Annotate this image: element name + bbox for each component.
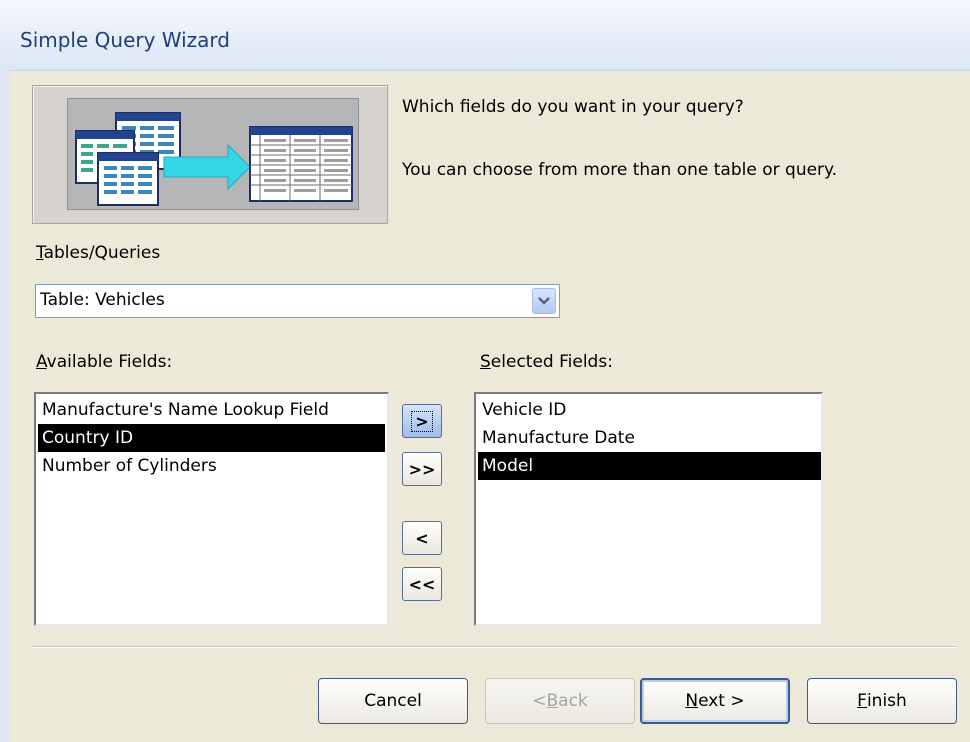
wizard-question: Which fields do you want in your query? xyxy=(402,97,744,117)
tables-queries-label: Tables/Queries xyxy=(36,243,161,263)
selected-fields-label: Selected Fields: xyxy=(480,352,613,372)
window-title: Simple Query Wizard xyxy=(20,28,230,52)
available-field-item-selected[interactable]: Country ID xyxy=(38,424,385,452)
available-fields-list[interactable]: Manufacture's Name Lookup Field Country … xyxy=(34,392,389,626)
window-left-border xyxy=(0,70,10,742)
tables-queries-combobox[interactable]: Table: Vehicles xyxy=(35,284,560,318)
selected-field-item[interactable]: Manufacture Date xyxy=(478,424,821,452)
remove-field-button[interactable]: < xyxy=(402,521,442,555)
remove-all-fields-button[interactable]: << xyxy=(402,567,442,601)
chevron-down-icon xyxy=(538,297,550,305)
tables-queries-value: Table: Vehicles xyxy=(40,290,165,310)
title-bar: Simple Query Wizard xyxy=(0,0,970,71)
wizard-illustration-panel xyxy=(67,98,359,210)
footer-separator xyxy=(32,646,957,648)
selected-fields-list[interactable]: Vehicle ID Manufacture Date Model xyxy=(474,392,823,626)
add-field-button[interactable]: > xyxy=(402,404,442,438)
available-fields-label: Available Fields: xyxy=(36,352,173,372)
available-field-item[interactable]: Number of Cylinders xyxy=(38,452,387,480)
available-field-item[interactable]: Manufacture's Name Lookup Field xyxy=(38,396,387,424)
selected-field-item[interactable]: Vehicle ID xyxy=(478,396,821,424)
simple-query-wizard-dialog: Simple Query Wizard Which fields do you … xyxy=(0,0,970,742)
tables-to-query-icon xyxy=(75,112,353,206)
selected-field-item-selected[interactable]: Model xyxy=(478,452,821,480)
wizard-illustration xyxy=(32,85,388,224)
finish-button[interactable]: Finish xyxy=(807,678,957,724)
wizard-note: You can choose from more than one table … xyxy=(402,160,838,180)
dropdown-button[interactable] xyxy=(532,288,556,314)
cancel-button[interactable]: Cancel xyxy=(318,678,468,724)
back-button[interactable]: < Back xyxy=(485,678,635,724)
add-all-fields-button[interactable]: >> xyxy=(402,452,442,486)
next-button[interactable]: Next > xyxy=(640,678,790,724)
